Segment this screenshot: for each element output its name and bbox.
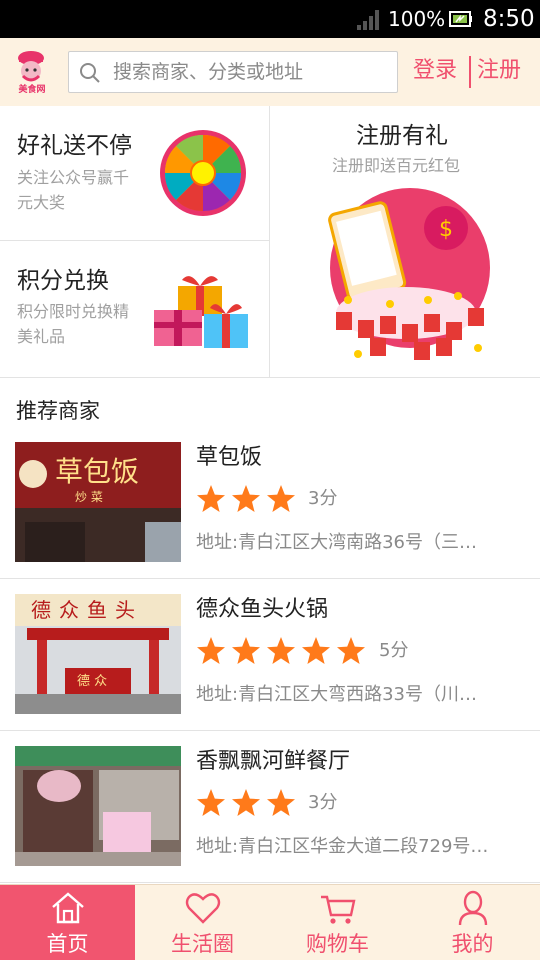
bottom-tab-bar: 首页 生活圈 购物车 我的 [0,884,540,960]
star-icon [267,485,295,512]
clock: 8:50 [483,6,535,32]
tab-life-circle-label: 生活圈 [171,932,234,956]
tab-mine-label: 我的 [451,932,494,956]
promo-gift-subtitle: 关注公众号赢千元大奖 [17,168,130,212]
star-icon [232,789,260,816]
tab-cart[interactable]: 购物车 [270,885,405,960]
search-input[interactable]: 搜索商家、分类或地址 [68,51,398,93]
app-logo[interactable]: 美食网 [8,46,54,98]
merchant-score: 3分 [308,792,338,813]
merchant-photo: 草包饭 炒 菜 [15,442,181,562]
tab-home-label: 首页 [46,932,89,956]
tab-life-circle[interactable]: 生活圈 [135,885,270,960]
merchant-address: 地址:青白江区大湾南路36号（三… [196,532,477,553]
merchant-address: 地址:青白江区大弯西路33号（川… [196,684,477,705]
star-icon [197,637,225,664]
tab-home[interactable]: 首页 [0,885,135,960]
star-icon [232,637,260,664]
search-placeholder: 搜索商家、分类或地址 [113,61,304,83]
logo-text: 美食网 [18,85,46,95]
merchant-photo [15,746,181,866]
heart-icon [185,893,220,924]
star-icon [267,789,295,816]
merchant-sign-text: 德众鱼头 [31,598,143,622]
merchant-sign-subtext: 德 众 [77,674,108,689]
restaurant-storefront-image [15,746,181,866]
star-icon [337,637,365,664]
promo-gift-title: 好礼送不停 [17,133,132,159]
star-icon [197,485,225,512]
merchant-sign-text: 草包饭 [55,455,140,488]
promo-signup-title: 注册有礼 [356,123,448,149]
home-icon [51,892,84,924]
app-header: 美食网 搜索商家、分类或地址 登录 注册 [0,38,540,106]
status-bar: 100% 8:50 [0,0,540,38]
header-divider [469,56,471,88]
merchant-item[interactable]: 德众鱼头 德 众 德众鱼头火锅 5分 地址:青白江区大弯西路33号（川… [0,579,540,731]
tab-mine[interactable]: 我的 [405,885,540,960]
promo-signup-subtitle: 注册即送百元红包 [332,156,461,175]
merchant-item[interactable]: 香飘飘河鲜餐厅 3分 地址:青白江区华金大道二段729号… [0,731,540,883]
prize-wheel-icon [160,130,246,216]
merchant-name: 德众鱼头火锅 [196,597,329,622]
battery-percent: 100% [388,7,446,31]
signal-icon [357,10,379,30]
battery-icon [449,11,472,27]
merchant-sign-subtext: 炒 菜 [75,490,103,504]
merchant-rating [196,484,301,514]
promo-gift-card[interactable]: 好礼送不停 关注公众号赢千元大奖 [0,106,269,240]
search-icon [80,63,100,83]
merchant-name: 草包饭 [196,445,263,470]
red-envelope-illustration: $ [328,188,490,360]
star-icon [302,637,330,664]
merchant-address: 地址:青白江区华金大道二段729号… [196,836,489,857]
merchant-rating [196,636,371,666]
merchant-item[interactable]: 草包饭 炒 菜 草包饭 3分 地址:青白江区大湾南路36号（三… [0,427,540,579]
merchant-name: 香飘飘河鲜餐厅 [196,749,351,774]
merchant-photo: 德众鱼头 德 众 [15,594,181,714]
recommended-title: 推荐商家 [16,399,100,423]
cart-icon [320,895,355,924]
promo-points-subtitle: 积分限时兑换精美礼品 [17,302,130,346]
merchant-rating [196,788,301,818]
person-icon [458,890,487,926]
app-root: 100% 8:50 美食网 搜索商家、分类或地址 登录 注册 好礼送不停 关注公… [0,0,540,960]
merchant-score: 3分 [308,488,338,509]
promo-points-title: 积分兑换 [17,268,109,294]
merchant-score: 5分 [379,640,409,661]
svg-text:$: $ [439,217,453,242]
tab-cart-label: 购物车 [306,932,369,956]
star-icon [197,789,225,816]
gift-boxes-icon [154,276,248,348]
promo-grid: 好礼送不停 关注公众号赢千元大奖 积分兑换 积分限时兑换精美礼品 注册有礼 注册… [0,106,540,378]
register-link[interactable]: 注册 [477,57,521,85]
login-link[interactable]: 登录 [413,57,457,85]
star-icon [232,485,260,512]
merchant-divider [0,882,540,883]
star-icon [267,637,295,664]
